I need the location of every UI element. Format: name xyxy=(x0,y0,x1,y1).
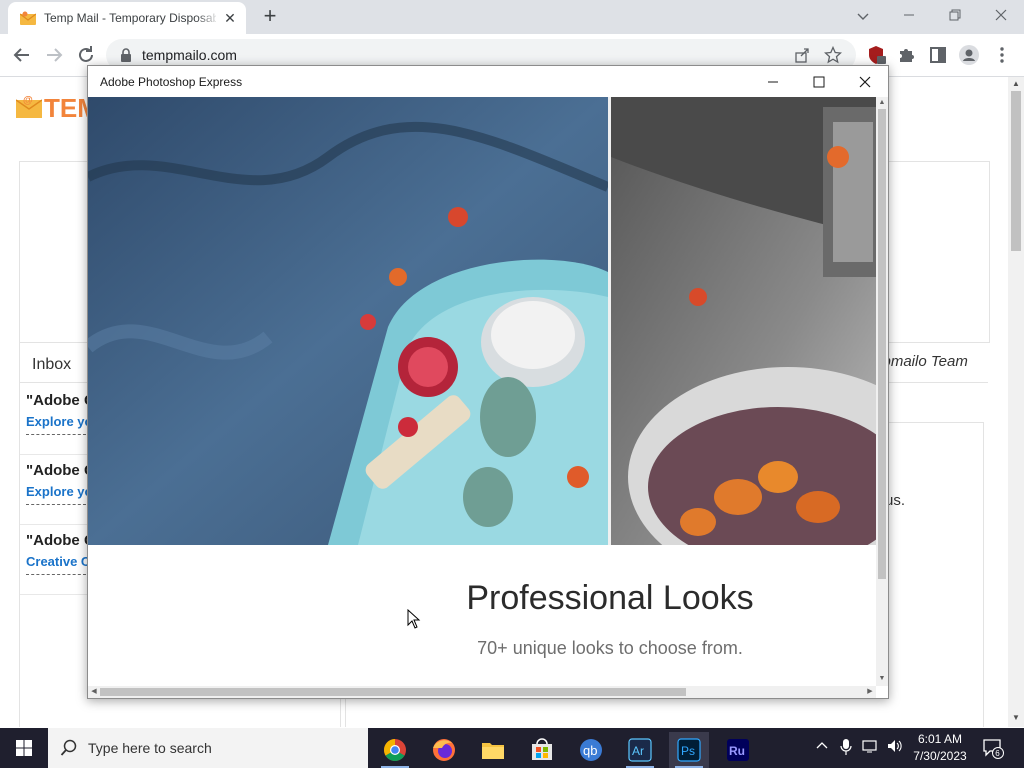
tab-title-fade xyxy=(196,6,220,30)
back-arrow-icon[interactable] xyxy=(10,43,34,67)
ru-label: Ru xyxy=(729,744,745,758)
url-text[interactable]: tempmailo.com xyxy=(142,47,237,63)
windows-logo-icon xyxy=(16,740,32,756)
svg-text:@: @ xyxy=(23,95,33,106)
microphone-icon[interactable] xyxy=(840,738,852,759)
browser-menu-icon[interactable] xyxy=(990,43,1014,67)
extensions-puzzle-icon[interactable] xyxy=(895,43,919,67)
mail-sender: "Adobe C xyxy=(26,462,95,479)
microsoft-store-taskbar-icon[interactable] xyxy=(522,732,562,768)
search-icon xyxy=(60,739,77,756)
file-explorer-taskbar-icon[interactable] xyxy=(473,732,513,768)
dialog-titlebar[interactable]: Adobe Photoshop Express xyxy=(88,66,888,97)
notification-center-icon[interactable]: 6 xyxy=(982,737,1004,759)
envelope-icon xyxy=(20,11,36,25)
inbox-title: Inbox xyxy=(32,356,72,373)
taskbar-search-box[interactable]: Type here to search xyxy=(48,728,368,768)
food-photo-illustration xyxy=(88,97,876,545)
feature-subline: 70+ unique looks to choose from. xyxy=(477,638,743,658)
tab-title: Temp Mail - Temporary Disposable xyxy=(44,11,216,25)
new-tab-button[interactable]: + xyxy=(258,5,282,29)
close-window-button[interactable] xyxy=(978,4,1024,28)
before-after-divider[interactable] xyxy=(608,97,611,545)
ar-label: Ar xyxy=(632,744,644,758)
page-scrollbar[interactable]: ▲ ▼ xyxy=(1008,77,1024,727)
qbittorrent-taskbar-icon[interactable]: qb xyxy=(571,732,611,768)
search-placeholder: Type here to search xyxy=(88,740,212,756)
side-panel-icon[interactable] xyxy=(926,43,950,67)
volume-icon[interactable] xyxy=(886,738,904,757)
dialog-title: Adobe Photoshop Express xyxy=(100,75,243,89)
mail-sender: "Adobe C xyxy=(26,392,95,409)
tab-search-icon[interactable] xyxy=(840,4,886,28)
photoshop-express-taskbar-icon[interactable]: Ps xyxy=(669,732,709,768)
photoshop-express-window: Adobe Photoshop Express Professional Loo… xyxy=(87,65,889,699)
mail-separator xyxy=(26,574,86,575)
mail-separator xyxy=(26,504,86,505)
ublock-shield-icon[interactable] xyxy=(864,43,888,67)
reload-icon[interactable] xyxy=(74,43,98,67)
browser-tab[interactable]: Temp Mail - Temporary Disposable ✕ xyxy=(8,2,246,34)
notification-count: 6 xyxy=(995,749,1000,758)
dialog-vscroll-thumb[interactable] xyxy=(878,109,886,579)
mail-subject[interactable]: Explore yo xyxy=(26,414,92,429)
envelope-logo-icon: @ xyxy=(16,95,42,118)
dialog-vertical-scrollbar[interactable]: ▲ ▼ xyxy=(876,97,888,686)
dialog-scroll-left-icon[interactable]: ◀ xyxy=(88,686,100,698)
system-clock[interactable]: 6:01 AM 7/30/2023 xyxy=(905,731,975,765)
dialog-scroll-right-icon[interactable]: ▶ xyxy=(864,686,876,698)
scroll-up-arrow-icon[interactable]: ▲ xyxy=(1011,79,1021,88)
chrome-taskbar-icon[interactable] xyxy=(375,732,415,768)
lock-icon[interactable] xyxy=(120,48,132,62)
clock-date: 7/30/2023 xyxy=(913,749,967,763)
ps-label: Ps xyxy=(681,744,695,758)
network-icon[interactable] xyxy=(862,738,880,757)
show-hidden-icons-chevron-icon[interactable] xyxy=(815,738,829,757)
forward-arrow-icon[interactable] xyxy=(42,43,66,67)
tempmail-logo[interactable]: @ TEM xyxy=(16,91,99,123)
adobe-rush-taskbar-icon[interactable]: Ru xyxy=(718,732,758,768)
dialog-scroll-up-icon[interactable]: ▲ xyxy=(876,99,888,106)
page-scroll-thumb[interactable] xyxy=(1011,91,1021,251)
dialog-maximize-button[interactable] xyxy=(799,70,839,94)
before-after-photo xyxy=(88,97,876,545)
dialog-close-button[interactable] xyxy=(845,70,885,94)
dialog-horizontal-scrollbar[interactable]: ◀ ▶ xyxy=(88,686,876,698)
share-icon[interactable] xyxy=(794,47,810,63)
mail-separator xyxy=(26,434,86,435)
minimize-button[interactable] xyxy=(886,4,932,28)
mail-subject[interactable]: Creative C xyxy=(26,554,90,569)
clock-time: 6:01 AM xyxy=(917,732,963,746)
start-button[interactable] xyxy=(0,728,48,768)
dialog-minimize-button[interactable] xyxy=(753,70,793,94)
adobe-reader-taskbar-icon[interactable]: Ar xyxy=(620,732,660,768)
browser-tabstrip: Temp Mail - Temporary Disposable ✕ + xyxy=(0,0,1024,34)
scroll-down-arrow-icon[interactable]: ▼ xyxy=(1011,713,1021,722)
restore-button[interactable] xyxy=(932,4,978,28)
mail-subject[interactable]: Explore yo xyxy=(26,484,92,499)
dialog-scroll-down-icon[interactable]: ▼ xyxy=(876,675,888,682)
profile-avatar-icon[interactable] xyxy=(957,43,981,67)
feature-headline: Professional Looks xyxy=(466,579,754,617)
tab-close-icon[interactable]: ✕ xyxy=(222,10,238,26)
windows-taskbar: Type here to search qb Ar Ps Ru 6:01 AM … xyxy=(0,728,1024,768)
mail-sender: "Adobe C xyxy=(26,532,95,549)
dialog-hscroll-thumb[interactable] xyxy=(100,688,686,696)
mouse-cursor-icon xyxy=(407,609,421,629)
firefox-taskbar-icon[interactable] xyxy=(424,732,464,768)
bookmark-star-icon[interactable] xyxy=(824,46,842,64)
svg-text:qb: qb xyxy=(583,743,597,758)
